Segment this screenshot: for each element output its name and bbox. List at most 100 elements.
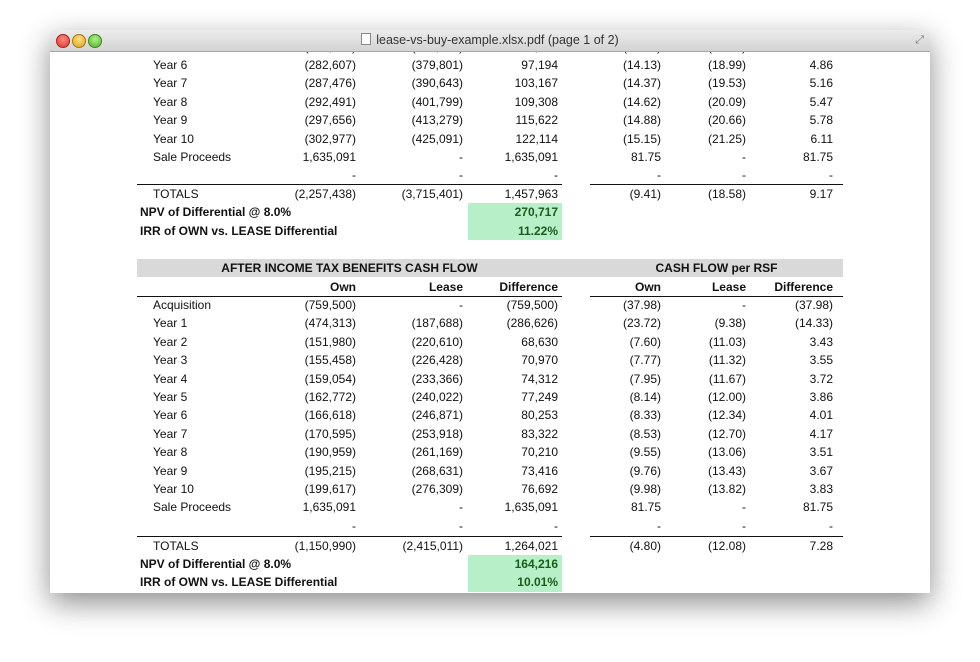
- table-row-cell: (19.53): [707, 76, 746, 91]
- table-row-cell: (190,959): [304, 445, 356, 460]
- table-row-cell: 6.11: [810, 131, 833, 146]
- table-row-cell: (9.76): [629, 463, 661, 478]
- title-bar[interactable]: lease-vs-buy-example.xlsx.pdf (page 1 of…: [50, 30, 930, 52]
- table-row-cell: (292,491): [304, 94, 356, 109]
- table-row-cell: (18.99): [707, 58, 746, 72]
- table-row-cell: 3.55: [809, 353, 833, 368]
- column-header: Own: [330, 280, 356, 294]
- table-row-cell: -: [352, 518, 356, 533]
- table-row-cell: 81.75: [630, 150, 661, 164]
- totals-row-label: TOTALS: [153, 187, 199, 201]
- table-row-cell: 70,970: [521, 353, 558, 368]
- table-row-label: Year 8: [153, 94, 188, 109]
- table-row-cell: (253,918): [411, 426, 463, 441]
- table-row-cell: (14.37): [622, 76, 661, 91]
- totals-row-cell: 7.28: [809, 539, 833, 553]
- npv-value: 270,717: [514, 205, 558, 219]
- table-row-cell: (13.43): [707, 463, 746, 478]
- table-row-cell: (37.98): [622, 298, 661, 312]
- table-row-cell: 97,194: [521, 58, 558, 72]
- total-rule: [137, 536, 562, 537]
- totals-row-cell: (2,415,011): [402, 539, 464, 553]
- irr-value: 10.01%: [517, 575, 558, 589]
- rsf-title: CASH FLOW per RSF: [655, 261, 778, 275]
- section-title: AFTER INCOME TAX BENEFITS CASH FLOW: [221, 261, 478, 275]
- table-row-cell: 77,249: [521, 390, 558, 404]
- totals-row-cell: (4.80): [629, 539, 661, 553]
- table-row-cell: -: [657, 518, 661, 533]
- table-row-cell: (151,980): [304, 334, 356, 349]
- npv-value: 164,216: [514, 557, 558, 571]
- table-row-cell: (220,610): [411, 334, 463, 349]
- table-row-cell: (7.95): [629, 371, 661, 386]
- totals-row-cell: (3,715,401): [401, 187, 463, 201]
- irr-label: IRR of OWN vs. LEASE Differential: [140, 575, 338, 589]
- totals-row-cell: (9.41): [629, 187, 661, 201]
- table-row-cell: (11.32): [708, 353, 746, 368]
- table-row-label: Year 3: [153, 353, 188, 368]
- table-row-label: Year 8: [153, 445, 188, 460]
- column-header: Lease: [428, 280, 463, 294]
- totals-row-cell: 1,264,021: [504, 539, 558, 553]
- table-row-cell: (7.77): [629, 353, 661, 368]
- table-row-label: Year 6: [153, 58, 188, 72]
- table-row-cell: 80,253: [521, 408, 558, 423]
- table-row-cell: 122,114: [515, 131, 559, 146]
- table-row-cell: 3.72: [809, 371, 833, 386]
- table-row-cell: (425,091): [411, 131, 463, 146]
- table-row-cell: 3.43: [809, 334, 833, 349]
- table-row-cell: 3.51: [809, 445, 833, 460]
- pdf-viewer-window: Year 5(277,830)(368,264)91,364(13.89)(18…: [50, 30, 930, 593]
- table-row-cell: (14.88): [622, 113, 661, 128]
- column-header: Own: [635, 280, 661, 294]
- table-row-cell: (261,169): [411, 445, 463, 460]
- table-row-label: Year 4: [153, 371, 188, 386]
- table-row-label: Year 1: [153, 316, 188, 331]
- table-row-cell: (12.70): [707, 426, 746, 441]
- table-row-cell: (413,279): [411, 113, 463, 128]
- table-row-cell: 1,635,091: [302, 500, 356, 515]
- table-row-cell: 5.78: [809, 113, 833, 128]
- table-row-label: Acquisition: [153, 298, 212, 312]
- irr-label: IRR of OWN vs. LEASE Differential: [140, 224, 338, 238]
- table-row-cell: -: [554, 168, 558, 183]
- total-rule: [137, 296, 562, 297]
- table-row-cell: (246,871): [411, 408, 463, 423]
- table-row-cell: (287,476): [304, 76, 356, 91]
- table-row-cell: 3.86: [809, 390, 833, 404]
- table-row-label: Year 10: [153, 131, 194, 146]
- table-row-cell: -: [742, 518, 746, 533]
- table-row-cell: (9.38): [714, 316, 746, 331]
- table-row-cell: (240,022): [411, 390, 463, 404]
- table-row-cell: (282,607): [304, 58, 356, 72]
- fullscreen-icon[interactable]: ⤢: [915, 34, 924, 47]
- table-row-cell: 68,630: [521, 334, 558, 349]
- table-row-cell: (166,618): [304, 408, 356, 423]
- totals-row-cell: (1,150,990): [294, 539, 356, 553]
- table-row-cell: 3.83: [809, 482, 833, 496]
- table-row-cell: 76,692: [521, 482, 558, 496]
- table-row-cell: -: [459, 298, 463, 312]
- table-row-cell: (276,309): [411, 482, 463, 496]
- table-row-cell: -: [459, 150, 463, 164]
- table-row-cell: -: [352, 168, 356, 183]
- column-header: Difference: [774, 280, 833, 294]
- table-row-cell: (302,977): [304, 131, 356, 146]
- table-row-cell: (8.14): [629, 390, 661, 404]
- table-row-cell: 4.86: [809, 58, 833, 72]
- table-row-cell: (286,626): [506, 316, 558, 331]
- table-row-cell: -: [459, 518, 463, 533]
- table-row-cell: (11.67): [708, 371, 746, 386]
- total-rule: [590, 536, 843, 537]
- table-row-label: Year 7: [153, 426, 188, 441]
- pdf-page-content[interactable]: Year 5(277,830)(368,264)91,364(13.89)(18…: [50, 30, 930, 593]
- table-row-cell: 5.16: [809, 76, 833, 91]
- table-row-cell: 1,635,091: [302, 150, 356, 164]
- table-row-cell: (759,500): [506, 298, 558, 312]
- table-row-cell: (23.72): [622, 316, 661, 331]
- table-row-cell: (390,643): [411, 76, 463, 91]
- total-rule: [137, 184, 562, 185]
- table-row-cell: (155,458): [304, 353, 356, 368]
- table-row-cell: 3.67: [809, 463, 833, 478]
- table-row-cell: 109,308: [514, 94, 558, 109]
